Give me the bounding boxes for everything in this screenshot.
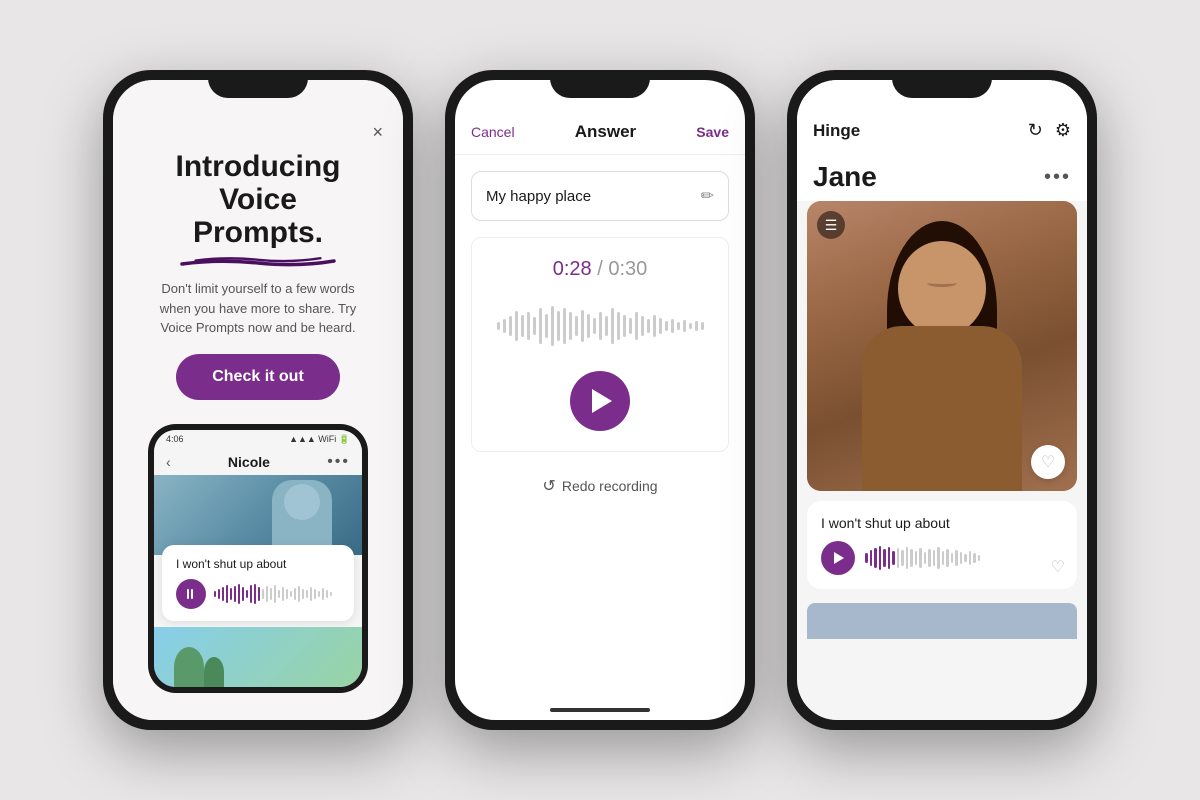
- audio-waveform-3: [865, 546, 1063, 570]
- heart-icon-3[interactable]: ♡: [1051, 557, 1065, 577]
- large-waveform: [488, 301, 712, 351]
- recording-box: 0:28 / 0:30: [471, 237, 729, 452]
- mini-profile-photo: [154, 475, 362, 555]
- recording-timer: 0:28 / 0:30: [553, 258, 648, 281]
- header-icons: ↻ ⚙: [1028, 120, 1071, 141]
- phone-3: Hinge ↻ ⚙ Jane •••: [787, 70, 1097, 730]
- phone-1-inner: × Introducing Voice Prompts. Don't limit…: [113, 80, 403, 720]
- mini-phone-inner: 4:06 ▲▲▲ WiFi 🔋 ‹ Nicole •••: [154, 430, 362, 687]
- phone2-content: Cancel Answer Save My happy place ✏ 0:28…: [455, 80, 745, 720]
- play-button[interactable]: [570, 371, 630, 431]
- voice-card-3-text: I won't shut up about: [821, 515, 1063, 531]
- waveform-row: [176, 579, 340, 609]
- bottom-nav-bar: [807, 603, 1077, 639]
- answer-title: Answer: [575, 122, 636, 142]
- close-icon[interactable]: ×: [372, 122, 383, 143]
- more-options-icon[interactable]: •••: [1044, 166, 1071, 189]
- phone-2-inner: Cancel Answer Save My happy place ✏ 0:28…: [455, 80, 745, 720]
- title-underline: [178, 255, 338, 263]
- bottom-photo: [154, 627, 362, 687]
- play-button-3[interactable]: [821, 541, 855, 575]
- mini-phone: 4:06 ▲▲▲ WiFi 🔋 ‹ Nicole •••: [148, 424, 368, 693]
- phone-3-inner: Hinge ↻ ⚙ Jane •••: [797, 80, 1087, 720]
- play-icon-3: [834, 552, 844, 564]
- voice-prompts-description: Don't limit yourself to a few words when…: [113, 263, 403, 354]
- mini-nav-header: ‹ Nicole •••: [154, 449, 362, 475]
- app-name: Hinge: [813, 121, 860, 141]
- audio-waveform: [214, 584, 340, 604]
- heart-button[interactable]: ♡: [1031, 445, 1065, 479]
- phones-container: × Introducing Voice Prompts. Don't limit…: [73, 40, 1127, 760]
- prompt-box: My happy place ✏: [471, 171, 729, 221]
- profile-name: Jane: [813, 161, 877, 193]
- redo-icon: ↺: [542, 476, 555, 496]
- voice-card-text: I won't shut up about: [176, 557, 340, 571]
- redo-recording-button[interactable]: ↺ Redo recording: [455, 476, 745, 496]
- refresh-icon[interactable]: ↻: [1028, 120, 1043, 141]
- text-bubble-icon: ☰: [817, 211, 845, 239]
- check-it-out-button[interactable]: Check it out: [176, 354, 340, 400]
- notch-1: [208, 70, 308, 98]
- profile-header: Jane •••: [797, 149, 1087, 201]
- save-button[interactable]: Save: [696, 124, 729, 140]
- notch-2: [550, 70, 650, 98]
- phone-2: Cancel Answer Save My happy place ✏ 0:28…: [445, 70, 755, 730]
- settings-icon[interactable]: ⚙: [1055, 120, 1071, 141]
- home-indicator-2: [550, 708, 650, 712]
- phone1-content: × Introducing Voice Prompts. Don't limit…: [113, 80, 403, 720]
- pause-button[interactable]: [176, 579, 206, 609]
- voice-prompt-card-3: I won't shut up about: [807, 501, 1077, 589]
- mini-status-bar: 4:06 ▲▲▲ WiFi 🔋: [154, 430, 362, 449]
- phone-1: × Introducing Voice Prompts. Don't limit…: [103, 70, 413, 730]
- back-chevron-icon[interactable]: ‹: [166, 454, 171, 470]
- play-icon: [592, 389, 612, 413]
- voice-prompt-card: I won't shut up about: [162, 545, 354, 621]
- prompt-text: My happy place: [486, 188, 591, 205]
- waveform-row-3: [821, 541, 1063, 575]
- edit-icon[interactable]: ✏: [701, 186, 714, 206]
- voice-prompts-title: Introducing Voice Prompts.: [133, 150, 383, 249]
- cancel-button[interactable]: Cancel: [471, 124, 515, 140]
- pause-icon: [187, 589, 195, 599]
- notch-3: [892, 70, 992, 98]
- profile-photo: ☰ ♡: [807, 201, 1077, 491]
- mini-profile-name: Nicole: [228, 454, 270, 470]
- phone3-content: Hinge ↻ ⚙ Jane •••: [797, 80, 1087, 720]
- mini-more-icon[interactable]: •••: [327, 453, 350, 471]
